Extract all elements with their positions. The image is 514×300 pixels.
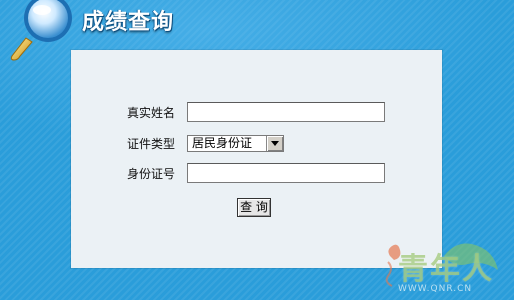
page-title: 成绩查询 — [82, 10, 175, 35]
name-label: 真实姓名 — [126, 106, 175, 120]
name-row: 真实姓名 — [71, 102, 442, 124]
real-name-input[interactable] — [187, 102, 385, 122]
watermark-text: 青年人 — [398, 252, 494, 287]
id-type-selected-value: 居民身份证 — [192, 136, 253, 150]
watermark-url: WWW.QNR.CN — [398, 284, 473, 294]
chevron-down-icon[interactable] — [266, 136, 283, 151]
query-button[interactable]: 查 询 — [237, 198, 271, 217]
id-type-select[interactable]: 居民身份证 — [187, 135, 284, 152]
id-type-row: 证件类型 居民身份证 — [71, 133, 442, 155]
score-query-window: 成绩查询 真实姓名 证件类型 居民身份证 身份证号 查 询 青年人 WWW.QN… — [0, 0, 514, 300]
id-type-label: 证件类型 — [126, 137, 175, 151]
id-number-input[interactable] — [187, 163, 385, 183]
id-number-row: 身份证号 — [71, 163, 442, 185]
id-number-label: 身份证号 — [126, 167, 175, 181]
